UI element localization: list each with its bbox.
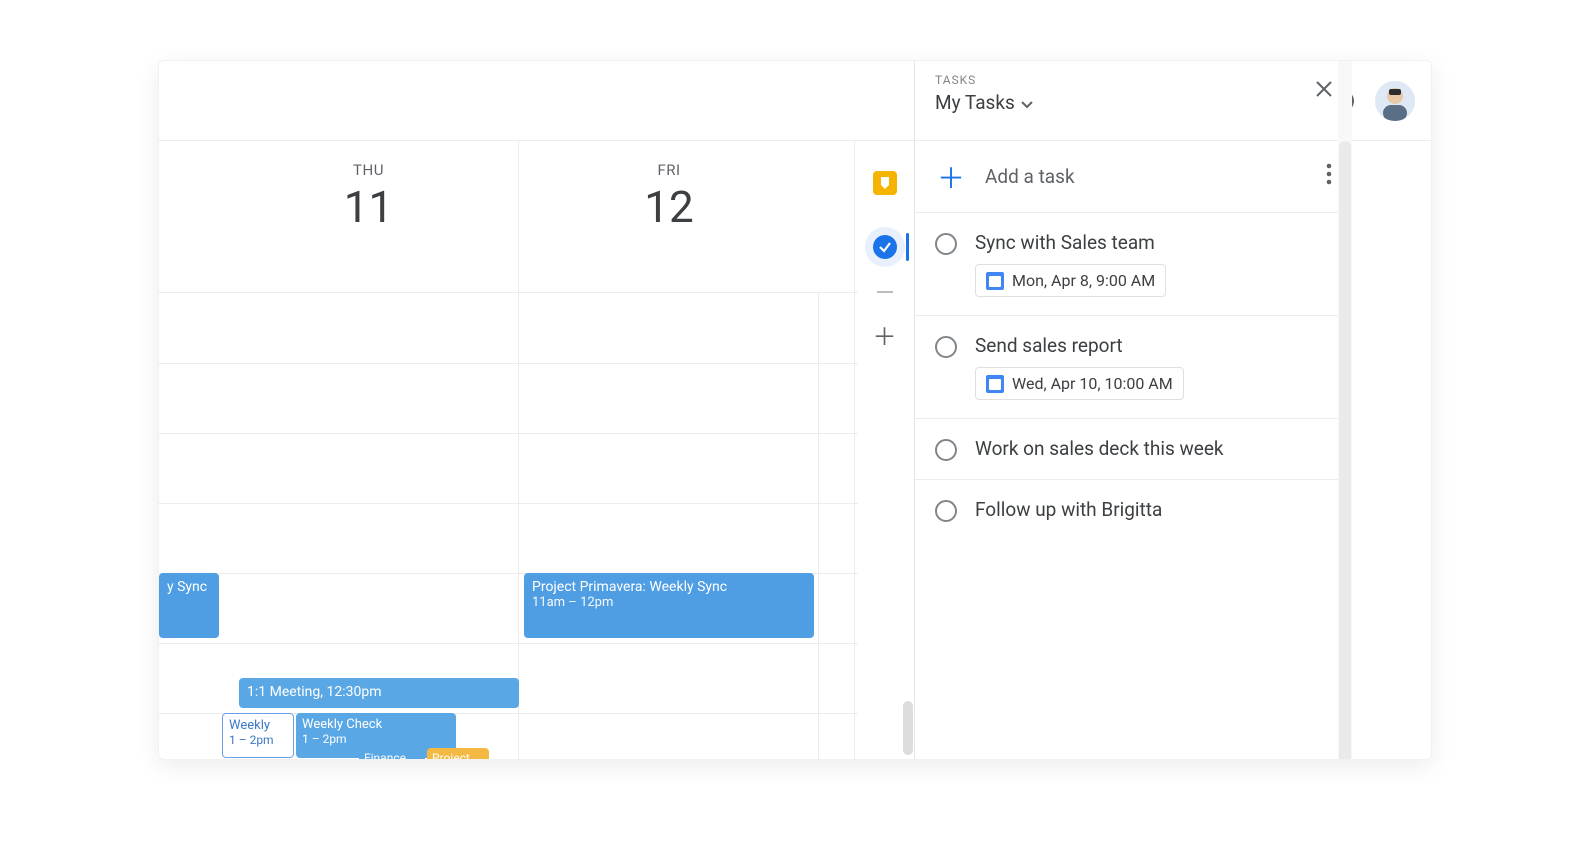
task-row[interactable]: Follow up with Brigitta bbox=[915, 480, 1352, 540]
rail-divider bbox=[877, 291, 893, 293]
scrollbar-track[interactable] bbox=[1338, 61, 1352, 759]
event-primavera[interactable]: Project Primavera: Weekly Sync 11am – 12… bbox=[524, 573, 814, 638]
event-finance[interactable]: Finance 1:30 – bbox=[359, 748, 425, 760]
keep-icon[interactable] bbox=[865, 163, 905, 203]
calendar-icon bbox=[986, 375, 1004, 393]
event-project[interactable]: Project 1:30 – bbox=[427, 748, 489, 760]
close-icon[interactable] bbox=[1314, 79, 1334, 105]
task-row[interactable]: Sync with Sales team Mon, Apr 8, 9:00 AM bbox=[915, 213, 1352, 316]
panel-label: TASKS bbox=[935, 73, 1314, 87]
tasks-list-selector[interactable]: My Tasks bbox=[935, 91, 1314, 114]
task-date-chip[interactable]: Wed, Apr 10, 10:00 AM bbox=[975, 367, 1184, 400]
task-checkbox[interactable] bbox=[935, 500, 957, 522]
event-weekly-outline[interactable]: Weekly 1 – 2pm bbox=[222, 713, 294, 758]
add-task-input[interactable]: Add a task bbox=[985, 165, 1326, 188]
task-checkbox[interactable] bbox=[935, 233, 957, 255]
tasks-icon[interactable] bbox=[865, 227, 905, 267]
calendar-icon bbox=[986, 272, 1004, 290]
tasks-list: Sync with Sales team Mon, Apr 8, 9:00 AM… bbox=[915, 213, 1352, 759]
side-rail: ＋ bbox=[854, 141, 914, 759]
task-row[interactable]: Work on sales deck this week bbox=[915, 419, 1352, 480]
scrollbar-thumb[interactable] bbox=[1339, 141, 1351, 760]
add-addon-icon[interactable]: ＋ bbox=[873, 317, 897, 352]
event-sync[interactable]: y Sync bbox=[159, 573, 219, 638]
calendar-grid: THU 11 FRI 12 y Sync Project Primavera: … bbox=[159, 141, 858, 760]
task-checkbox[interactable] bbox=[935, 439, 957, 461]
add-task-icon[interactable]: ＋ bbox=[935, 157, 967, 197]
task-row[interactable]: Send sales report Wed, Apr 10, 10:00 AM bbox=[915, 316, 1352, 419]
kebab-icon[interactable] bbox=[1326, 163, 1332, 191]
chevron-down-icon bbox=[1021, 91, 1033, 114]
day-header-thu[interactable]: THU 11 bbox=[219, 141, 519, 293]
avatar[interactable] bbox=[1375, 81, 1415, 121]
day-header-fri[interactable]: FRI 12 bbox=[519, 141, 819, 293]
task-checkbox[interactable] bbox=[935, 336, 957, 358]
event-oneonone[interactable]: 1:1 Meeting, 12:30pm bbox=[239, 678, 519, 708]
tasks-panel: TASKS My Tasks ＋ Add a task Sync with S bbox=[914, 61, 1352, 759]
task-date-chip[interactable]: Mon, Apr 8, 9:00 AM bbox=[975, 264, 1166, 297]
